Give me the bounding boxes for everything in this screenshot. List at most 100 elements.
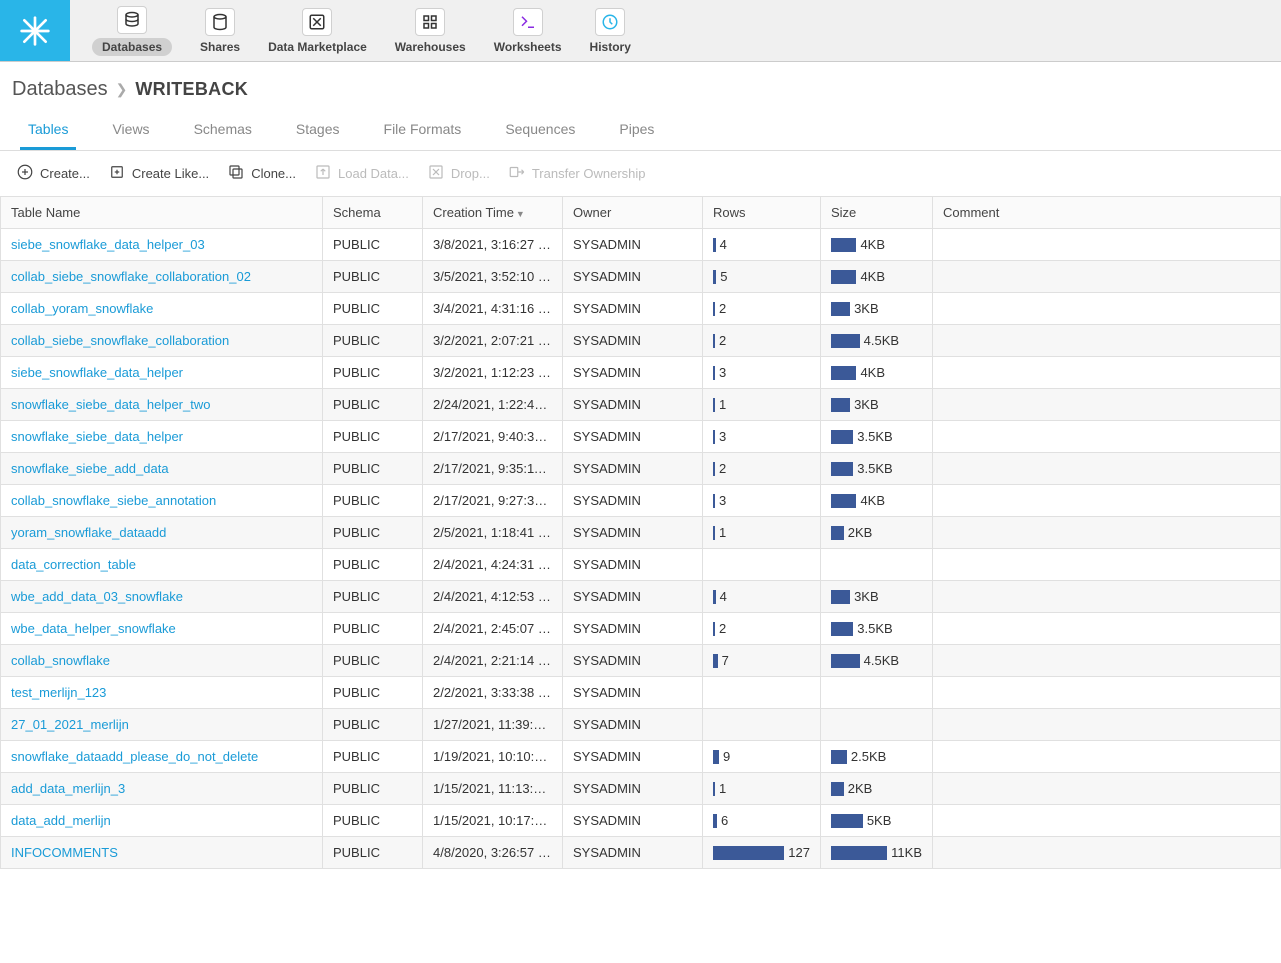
- cell-comment: [933, 325, 1281, 357]
- table-name-link[interactable]: yoram_snowflake_dataadd: [11, 525, 166, 540]
- nav-history[interactable]: History: [576, 4, 645, 58]
- tab-schemas[interactable]: Schemas: [186, 111, 260, 150]
- drop-icon: [427, 163, 445, 184]
- col-header-rows[interactable]: Rows: [703, 197, 821, 229]
- cell-comment: [933, 773, 1281, 805]
- cell-owner: SYSADMIN: [563, 837, 703, 869]
- cell-schema: PUBLIC: [323, 293, 423, 325]
- cell-size: 4.5KB: [821, 645, 933, 677]
- table-name-link[interactable]: snowflake_siebe_add_data: [11, 461, 169, 476]
- table-row[interactable]: wbe_data_helper_snowflakePUBLIC2/4/2021,…: [1, 613, 1281, 645]
- col-header-comment[interactable]: Comment: [933, 197, 1281, 229]
- tab-stages[interactable]: Stages: [288, 111, 348, 150]
- table-name-link[interactable]: 27_01_2021_merlijn: [11, 717, 129, 732]
- nav-data-marketplace[interactable]: Data Marketplace: [254, 4, 381, 58]
- table-row[interactable]: snowflake_dataadd_please_do_not_deletePU…: [1, 741, 1281, 773]
- breadcrumb-root[interactable]: Databases: [12, 78, 108, 101]
- table-name-link[interactable]: wbe_data_helper_snowflake: [11, 621, 176, 636]
- table-row[interactable]: collab_snowflake_siebe_annotationPUBLIC2…: [1, 485, 1281, 517]
- tab-sequences[interactable]: Sequences: [497, 111, 583, 150]
- cell-schema: PUBLIC: [323, 485, 423, 517]
- table-row[interactable]: siebe_snowflake_data_helper_03PUBLIC3/8/…: [1, 229, 1281, 261]
- table-row[interactable]: collab_snowflakePUBLIC2/4/2021, 2:21:14 …: [1, 645, 1281, 677]
- tab-pipes[interactable]: Pipes: [611, 111, 662, 150]
- table-name-link[interactable]: snowflake_dataadd_please_do_not_delete: [11, 749, 258, 764]
- cell-schema: PUBLIC: [323, 357, 423, 389]
- table-name-link[interactable]: snowflake_siebe_data_helper_two: [11, 397, 210, 412]
- table-name-link[interactable]: INFOCOMMENTS: [11, 845, 118, 860]
- rows-bar: [713, 526, 715, 540]
- cell-comment: [933, 645, 1281, 677]
- table-row[interactable]: collab_siebe_snowflake_collaboration_02P…: [1, 261, 1281, 293]
- rows-bar: [713, 750, 719, 764]
- cell-owner: SYSADMIN: [563, 517, 703, 549]
- cell-size: 3KB: [821, 293, 933, 325]
- snowflake-logo[interactable]: [0, 0, 70, 61]
- col-header-schema[interactable]: Schema: [323, 197, 423, 229]
- table-row[interactable]: INFOCOMMENTSPUBLIC4/8/2020, 3:26:57 …SYS…: [1, 837, 1281, 869]
- table-name-link[interactable]: collab_siebe_snowflake_collaboration: [11, 333, 229, 348]
- tab-tables[interactable]: Tables: [20, 111, 76, 150]
- tab-views[interactable]: Views: [104, 111, 157, 150]
- table-row[interactable]: add_data_merlijn_3PUBLIC1/15/2021, 11:13…: [1, 773, 1281, 805]
- table-name-link[interactable]: collab_siebe_snowflake_collaboration_02: [11, 269, 251, 284]
- table-row[interactable]: yoram_snowflake_dataaddPUBLIC2/5/2021, 1…: [1, 517, 1281, 549]
- cell-owner: SYSADMIN: [563, 229, 703, 261]
- cell-ctime: 3/5/2021, 3:52:10 PM: [423, 261, 563, 293]
- table-name-link[interactable]: snowflake_siebe_data_helper: [11, 429, 183, 444]
- nav-warehouses[interactable]: Warehouses: [381, 4, 480, 58]
- table-row[interactable]: test_merlijn_123PUBLIC2/2/2021, 3:33:38 …: [1, 677, 1281, 709]
- col-header-owner[interactable]: Owner: [563, 197, 703, 229]
- clone-button[interactable]: Clone...: [227, 163, 296, 184]
- cell-owner: SYSADMIN: [563, 677, 703, 709]
- cell-owner: SYSADMIN: [563, 325, 703, 357]
- table-row[interactable]: collab_siebe_snowflake_collaborationPUBL…: [1, 325, 1281, 357]
- table-row[interactable]: snowflake_siebe_data_helperPUBLIC2/17/20…: [1, 421, 1281, 453]
- table-row[interactable]: collab_yoram_snowflakePUBLIC3/4/2021, 4:…: [1, 293, 1281, 325]
- rows-bar: [713, 814, 717, 828]
- size-bar: [831, 654, 860, 668]
- cell-ctime: 1/27/2021, 11:39:48…: [423, 709, 563, 741]
- rows-bar: [713, 366, 715, 380]
- cell-schema: PUBLIC: [323, 773, 423, 805]
- nav-databases[interactable]: Databases: [78, 2, 186, 60]
- table-name-link[interactable]: wbe_add_data_03_snowflake: [11, 589, 183, 604]
- table-row[interactable]: siebe_snowflake_data_helper PUBLIC3/2/202…: [1, 357, 1281, 389]
- tab-file-formats[interactable]: File Formats: [376, 111, 470, 150]
- table-name-link[interactable]: data_correction_table: [11, 557, 136, 572]
- create-button[interactable]: Create...: [16, 163, 90, 184]
- nav-shares[interactable]: Shares: [186, 4, 254, 58]
- cell-ctime: 3/2/2021, 1:12:23 PM: [423, 357, 563, 389]
- table-row[interactable]: snowflake_siebe_data_helper_twoPUBLIC2/2…: [1, 389, 1281, 421]
- cell-owner: SYSADMIN: [563, 581, 703, 613]
- cell-comment: [933, 837, 1281, 869]
- table-name-link[interactable]: collab_snowflake_siebe_annotation: [11, 493, 216, 508]
- create-like-button[interactable]: Create Like...: [108, 163, 209, 184]
- load-data-button: Load Data...: [314, 163, 409, 184]
- cell-owner: SYSADMIN: [563, 357, 703, 389]
- cell-schema: PUBLIC: [323, 709, 423, 741]
- table-row[interactable]: wbe_add_data_03_snowflakePUBLIC2/4/2021,…: [1, 581, 1281, 613]
- table-name-link[interactable]: data_add_merlijn: [11, 813, 111, 828]
- col-header-creation-time[interactable]: Creation Time▼: [423, 197, 563, 229]
- table-name-link[interactable]: siebe_snowflake_data_helper_03: [11, 237, 205, 252]
- cell-size: 4KB: [821, 485, 933, 517]
- col-header-size[interactable]: Size: [821, 197, 933, 229]
- cell-comment: [933, 805, 1281, 837]
- rows-bar: [713, 302, 715, 316]
- col-header-table-name[interactable]: Table Name: [1, 197, 323, 229]
- sort-desc-icon: ▼: [516, 209, 525, 219]
- nav-worksheets[interactable]: Worksheets: [480, 4, 576, 58]
- table-row[interactable]: snowflake_siebe_add_dataPUBLIC2/17/2021,…: [1, 453, 1281, 485]
- table-name-link[interactable]: collab_snowflake: [11, 653, 110, 668]
- table-row[interactable]: data_correction_tablePUBLIC2/4/2021, 4:2…: [1, 549, 1281, 581]
- cell-rows: [703, 709, 821, 741]
- table-name-link[interactable]: collab_yoram_snowflake: [11, 301, 153, 316]
- table-name-link[interactable]: test_merlijn_123: [11, 685, 106, 700]
- table-row[interactable]: data_add_merlijnPUBLIC1/15/2021, 10:17:5…: [1, 805, 1281, 837]
- table-name-link[interactable]: siebe_snowflake_data_helper: [11, 365, 183, 380]
- cell-ctime: 2/4/2021, 4:12:53 PM: [423, 581, 563, 613]
- cell-size: 2KB: [821, 517, 933, 549]
- table-name-link[interactable]: add_data_merlijn_3: [11, 781, 125, 796]
- table-row[interactable]: 27_01_2021_merlijn PUBLIC1/27/2021, 11:39…: [1, 709, 1281, 741]
